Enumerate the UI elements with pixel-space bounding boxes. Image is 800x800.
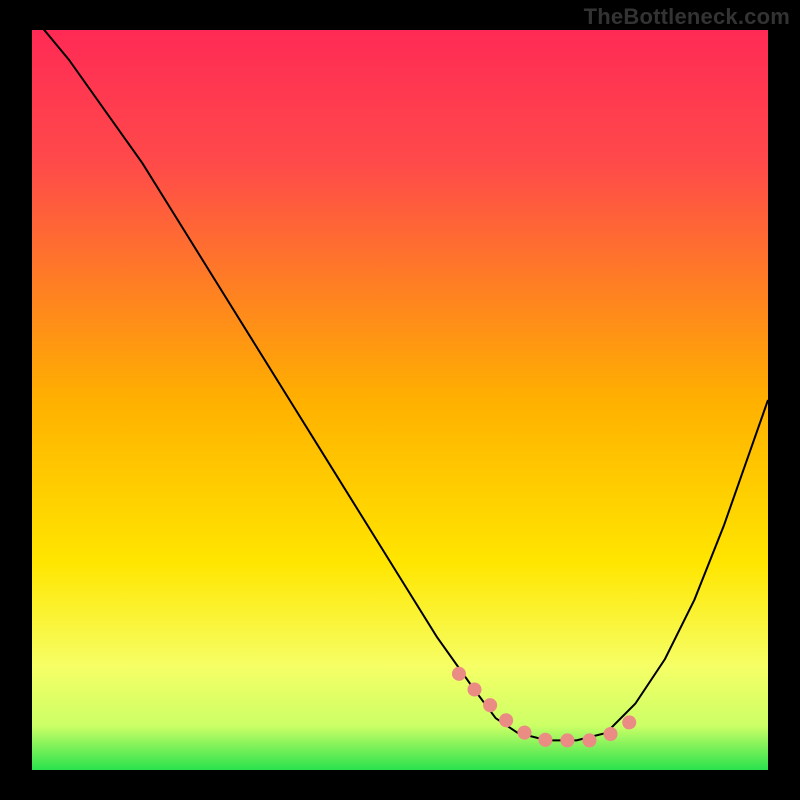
gradient-background: [32, 30, 768, 770]
watermark-text: TheBottleneck.com: [584, 4, 790, 30]
chart-frame: TheBottleneck.com: [0, 0, 800, 800]
bottleneck-chart: [0, 0, 800, 800]
